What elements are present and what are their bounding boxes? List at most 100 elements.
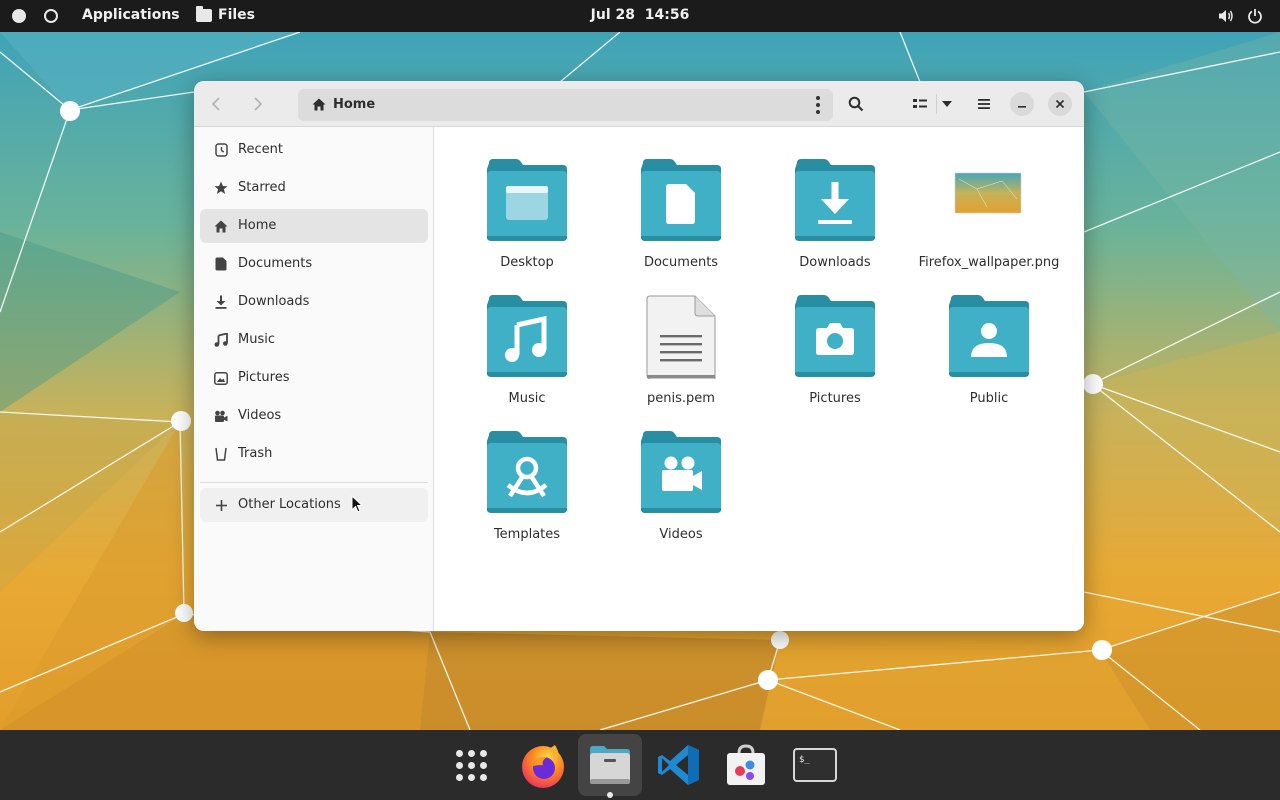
file-item-public[interactable]: Public	[914, 285, 1064, 415]
sidebar-item-label: Music	[238, 332, 275, 347]
file-name: Downloads	[799, 255, 871, 270]
kebab-dot-icon	[816, 110, 820, 114]
file-item-videos[interactable]: Videos	[606, 421, 756, 551]
sidebar-item-starred[interactable]: Starred	[200, 171, 428, 205]
terminal-prompt-text: $_	[799, 755, 810, 765]
search-button[interactable]	[842, 90, 870, 118]
minimize-icon	[1018, 106, 1026, 108]
folder-templates-icon	[487, 431, 567, 513]
folder-public-icon	[949, 295, 1029, 377]
sidebar-item-trash[interactable]: Trash	[200, 437, 428, 471]
hamburger-icon	[978, 99, 990, 109]
document-icon	[215, 257, 227, 271]
sidebar-separator	[200, 482, 428, 483]
folder-documents-icon	[641, 159, 721, 241]
active-app-menu[interactable]: Files	[196, 5, 255, 23]
file-item-downloads[interactable]: Downloads	[760, 149, 910, 279]
list-view-icon	[913, 99, 927, 108]
dock-firefox[interactable]	[511, 734, 575, 796]
file-item-pictures[interactable]: Pictures	[760, 285, 910, 415]
clock-time[interactable]: 14:56	[645, 7, 690, 23]
dock-app-grid[interactable]	[439, 734, 503, 796]
back-button[interactable]	[202, 90, 230, 118]
file-name: Firefox_wallpaper.png	[918, 255, 1060, 270]
terminal-icon: $_	[793, 748, 837, 782]
file-name: Pictures	[809, 391, 861, 406]
path-bar[interactable]: Home	[298, 89, 833, 121]
dock-files[interactable]	[578, 734, 642, 798]
home-icon	[312, 98, 326, 111]
folder-videos-icon	[641, 431, 721, 513]
volume-icon[interactable]	[1218, 8, 1234, 24]
sidebar-item-home[interactable]: Home	[200, 209, 428, 243]
app-grid-icon	[455, 749, 487, 781]
file-name: Music	[508, 391, 546, 406]
folder-pictures-icon	[795, 295, 875, 377]
view-mode-button[interactable]	[906, 90, 934, 118]
search-icon	[848, 96, 864, 112]
file-item-music[interactable]: Music	[452, 285, 602, 415]
file-name: penis.pem	[647, 391, 715, 406]
file-name: Desktop	[500, 255, 554, 270]
firefox-icon	[522, 745, 564, 788]
top-bar: Applications Files Jul 28 14:56	[0, 0, 1280, 32]
sidebar-item-music[interactable]: Music	[200, 323, 428, 357]
clock-date[interactable]: Jul 28	[591, 7, 635, 23]
sidebar-item-label: Trash	[238, 446, 273, 461]
folder-downloads-icon	[795, 159, 875, 241]
workspace-active-indicator-icon[interactable]	[12, 9, 26, 23]
power-icon[interactable]	[1247, 8, 1263, 24]
vscode-icon	[658, 745, 699, 785]
file-name: Public	[969, 391, 1009, 406]
clock-icon	[214, 143, 228, 157]
chevron-right-icon	[254, 97, 263, 111]
sidebar-item-documents[interactable]: Documents	[200, 247, 428, 281]
sidebar-item-videos[interactable]: Videos	[200, 399, 428, 433]
file-name: Videos	[659, 527, 703, 542]
sidebar-item-label: Home	[238, 218, 277, 233]
image-thumbnail-icon	[954, 172, 1022, 214]
sidebar-item-label: Documents	[238, 256, 313, 271]
sidebar-item-downloads[interactable]: Downloads	[200, 285, 428, 319]
text-file-icon	[646, 295, 716, 379]
chevron-down-icon	[942, 101, 952, 107]
file-item-templates[interactable]: Templates	[452, 421, 602, 551]
close-button[interactable]	[1048, 92, 1072, 116]
dock-software-store[interactable]	[714, 734, 778, 796]
view-options-button[interactable]	[936, 90, 958, 118]
file-item-documents[interactable]: Documents	[606, 149, 756, 279]
path-current-location[interactable]: Home	[333, 97, 375, 112]
dock-terminal[interactable]: $_	[783, 734, 847, 796]
workspace-indicator-icon[interactable]	[44, 9, 58, 23]
sidebar-item-label: Recent	[238, 142, 283, 157]
dock-vscode[interactable]	[647, 734, 711, 796]
files-icon	[590, 746, 630, 784]
files-window: Home Recent Starred Home Documents Downl…	[194, 81, 1084, 631]
download-icon	[215, 295, 227, 309]
main-menu-button[interactable]	[970, 90, 998, 118]
sidebar-item-other-locations[interactable]: Other Locations	[200, 488, 428, 522]
forward-button[interactable]	[244, 90, 272, 118]
path-menu-button[interactable]	[808, 95, 828, 115]
minimize-button[interactable]	[1010, 92, 1034, 116]
trash-icon	[215, 447, 227, 461]
close-icon	[1055, 99, 1065, 109]
header-bar: Home	[194, 81, 1084, 127]
picture-icon	[214, 371, 228, 385]
plus-icon	[215, 499, 227, 511]
file-item-desktop[interactable]: Desktop	[452, 149, 602, 279]
file-item-pem[interactable]: penis.pem	[606, 285, 756, 415]
mouse-cursor-icon	[351, 495, 363, 513]
folder-icon	[196, 5, 212, 22]
chevron-left-icon	[211, 97, 220, 111]
music-note-icon	[214, 333, 228, 347]
sidebar-item-pictures[interactable]: Pictures	[200, 361, 428, 395]
file-name: Templates	[493, 527, 561, 542]
clock: Jul 28 14:56	[0, 7, 1280, 23]
software-store-icon	[727, 744, 765, 785]
file-name: Documents	[643, 255, 719, 270]
active-app-name: Files	[218, 7, 255, 23]
sidebar-item-recent[interactable]: Recent	[200, 133, 428, 167]
applications-menu[interactable]: Applications	[82, 7, 180, 23]
file-item-firefox-wallpaper[interactable]: Firefox_wallpaper.png	[914, 149, 1064, 279]
